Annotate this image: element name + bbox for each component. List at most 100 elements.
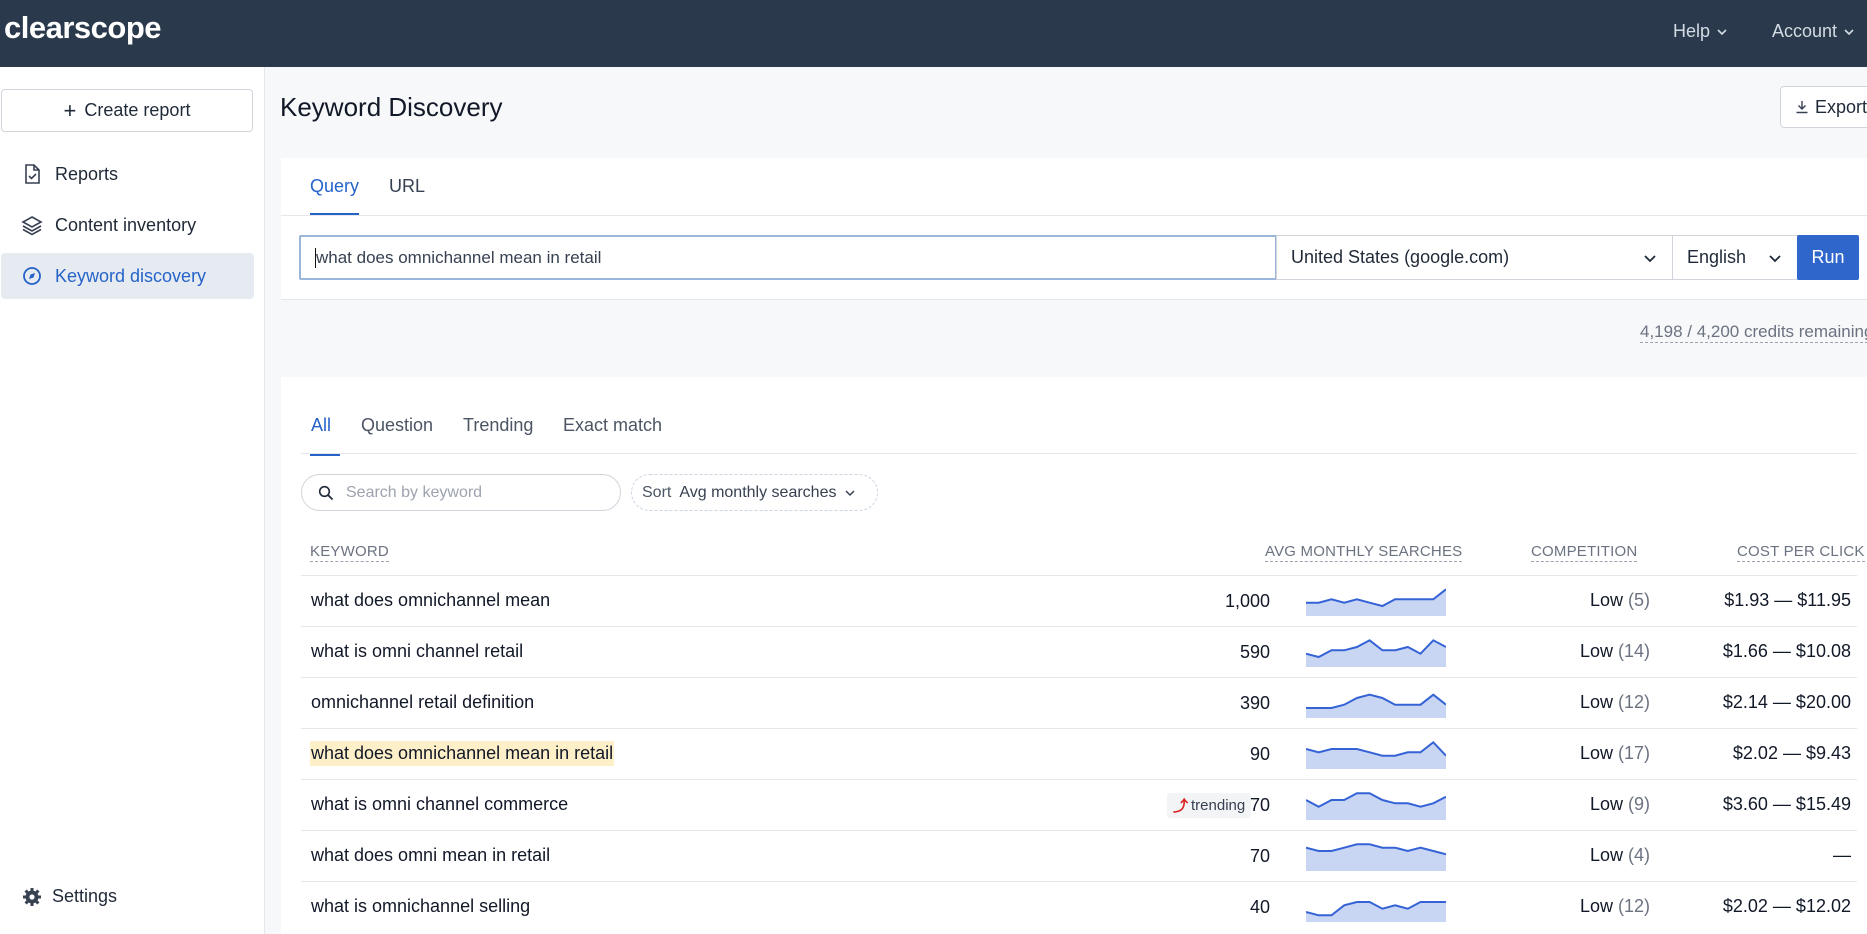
- competition-score: (9): [1628, 794, 1650, 814]
- cost-per-click-cell: $1.66 — $10.08: [1722, 641, 1851, 661]
- keyword-cell[interactable]: what is omni channel commerce: [310, 792, 569, 817]
- keyword-cell[interactable]: what does omni mean in retail: [310, 843, 551, 868]
- table-row[interactable]: omnichannel retail definition 390 Low (12)…: [301, 677, 1857, 728]
- searches-cell: 1,000: [1224, 591, 1270, 611]
- document-check-icon: [25, 164, 40, 184]
- logo[interactable]: clearscope: [4, 10, 162, 46]
- searches-cell: 70: [1249, 846, 1270, 866]
- cost-per-click-cell: —: [1833, 845, 1851, 865]
- table-row[interactable]: what does omni mean in retail 70 Low (4) —: [301, 830, 1857, 881]
- cost-per-click-cell: $2.14 — $20.00: [1722, 692, 1851, 712]
- competition-cell: Low (5): [1590, 590, 1650, 611]
- column-header-keyword[interactable]: KEYWORD: [310, 543, 389, 562]
- location-select[interactable]: United States (google.com): [1276, 235, 1673, 280]
- table-row[interactable]: what is omni channel retail 590 Low (14) $1…: [301, 626, 1857, 677]
- compass-icon: [23, 267, 41, 285]
- top-bar: clearscope Help Account: [0, 0, 1867, 67]
- search-trend-sparkline: [1306, 843, 1446, 871]
- sidebar-item-content-inventory[interactable]: Content inventory: [1, 202, 254, 248]
- tab-trending[interactable]: Trending: [463, 415, 533, 454]
- query-panel: Query URL what does omnichannel mean in …: [281, 158, 1867, 300]
- table-row[interactable]: what does omnichannel mean 1,000 Low (5) $1…: [301, 575, 1857, 626]
- tab-query[interactable]: Query: [310, 176, 360, 215]
- gear-icon: [23, 887, 41, 906]
- competition-cell: Low (9): [1590, 794, 1650, 815]
- sidebar-item-settings[interactable]: Settings: [22, 886, 117, 907]
- query-input[interactable]: what does omnichannel mean in retail: [299, 235, 1277, 280]
- chevron-down-icon: [1717, 28, 1727, 35]
- plus-icon: +: [63, 97, 77, 123]
- cost-per-click-cell: $3.60 — $15.49: [1722, 794, 1851, 814]
- searches-cell: 70: [1249, 795, 1270, 815]
- settings-label: Settings: [52, 886, 118, 906]
- table-row[interactable]: what does omnichannel mean in retail 90 Lo…: [301, 728, 1857, 779]
- results-panel: All Question Trending Exact match Search…: [281, 377, 1867, 934]
- table-row[interactable]: what is omni channel commerce ⤴ trending 70…: [301, 779, 1857, 830]
- keyword-cell[interactable]: what does omnichannel mean in retail: [310, 741, 615, 766]
- chevron-down-icon: [1844, 28, 1854, 35]
- run-button[interactable]: Run: [1797, 235, 1859, 280]
- sidebar-item-reports[interactable]: Reports: [1, 151, 254, 197]
- keyword-cell[interactable]: what is omnichannel selling: [310, 894, 531, 919]
- help-menu[interactable]: Help: [1673, 21, 1728, 42]
- column-header-cpc[interactable]: COST PER CLICK: [1737, 543, 1865, 562]
- export-button[interactable]: Export: [1780, 86, 1867, 128]
- page-title: Keyword Discovery: [280, 92, 503, 122]
- competition-cell: Low (17): [1580, 743, 1650, 764]
- competition-cell: Low (14): [1580, 641, 1650, 662]
- searches-cell: 590: [1239, 642, 1270, 662]
- trending-label: trending: [1191, 797, 1246, 814]
- search-trend-sparkline: [1306, 639, 1446, 667]
- language-value: English: [1687, 247, 1747, 267]
- location-value: United States (google.com): [1291, 247, 1510, 267]
- search-trend-sparkline: [1306, 693, 1446, 718]
- credits-remaining: 4,198 / 4,200 credits remaining: [1640, 322, 1867, 343]
- search-trend-sparkline: [1306, 792, 1446, 820]
- search-trend-sparkline: [1306, 740, 1446, 769]
- download-icon: [1796, 101, 1808, 114]
- keyword-cell[interactable]: what does omnichannel mean: [310, 588, 551, 613]
- competition-cell: Low (12): [1580, 896, 1650, 917]
- keyword-cell[interactable]: what is omni channel retail: [310, 639, 524, 664]
- table-row[interactable]: what is omnichannel selling 40 Low (12) $2.…: [301, 881, 1857, 932]
- language-select[interactable]: English: [1672, 235, 1798, 280]
- searches-cell: 40: [1249, 897, 1270, 917]
- tab-exact-match[interactable]: Exact match: [563, 415, 662, 454]
- competition-score: (12): [1617, 692, 1650, 712]
- sparkline-area: [1306, 742, 1446, 769]
- column-header-competition[interactable]: COMPETITION: [1531, 543, 1638, 562]
- competition-cell: Low (4): [1590, 845, 1650, 866]
- sort-label: Sort: [642, 483, 672, 501]
- query-input-value: what does omnichannel mean in retail: [316, 247, 602, 267]
- searches-cell: 90: [1249, 744, 1270, 764]
- help-label: Help: [1673, 21, 1711, 41]
- keyword-search-input[interactable]: Search by keyword: [301, 474, 621, 511]
- tab-all[interactable]: All: [310, 415, 341, 456]
- divider: [281, 215, 1867, 216]
- searches-cell: 390: [1239, 693, 1270, 713]
- create-report-button[interactable]: + Create report: [1, 89, 253, 132]
- account-label: Account: [1772, 21, 1838, 41]
- sidebar-item-keyword-discovery[interactable]: Keyword discovery: [1, 253, 254, 299]
- tab-url[interactable]: URL: [389, 176, 425, 213]
- account-menu[interactable]: Account: [1772, 21, 1855, 42]
- competition-score: (4): [1628, 845, 1650, 865]
- competition-level: Low: [1579, 692, 1613, 712]
- cost-per-click-cell: $2.02 — $12.02: [1722, 896, 1851, 916]
- competition-score: (5): [1628, 590, 1650, 610]
- keyword-cell[interactable]: omnichannel retail definition: [310, 690, 535, 715]
- trending-arrow-icon: ⤴: [1173, 798, 1189, 815]
- column-header-searches[interactable]: AVG MONTHLY SEARCHES: [1265, 543, 1463, 562]
- tab-question[interactable]: Question: [361, 415, 433, 454]
- sidebar-item-label: Keyword discovery: [55, 265, 207, 286]
- create-report-label: Create report: [84, 100, 191, 120]
- competition-level: Low: [1579, 896, 1613, 916]
- competition-score: (14): [1617, 641, 1650, 661]
- search-trend-sparkline: [1306, 588, 1446, 616]
- competition-level: Low: [1579, 743, 1613, 763]
- chevron-down-icon: [845, 489, 855, 496]
- layers-icon: [21, 216, 43, 236]
- sort-dropdown[interactable]: Sort Avg monthly searches: [631, 474, 878, 511]
- trending-badge: ⤴ trending: [1167, 793, 1252, 818]
- sidebar-item-label: Reports: [55, 163, 119, 184]
